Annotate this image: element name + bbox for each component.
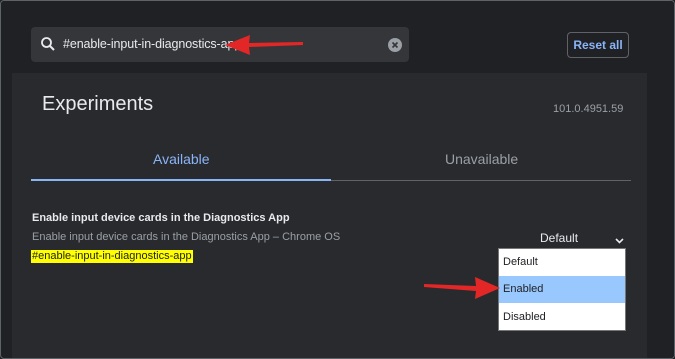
option-disabled[interactable]: Disabled	[499, 304, 625, 331]
clear-icon[interactable]	[388, 38, 402, 52]
tab-selected-underline	[31, 179, 331, 181]
flags-page: #enable-input-in-diagnostics-app Reset a…	[0, 0, 675, 359]
arrow-annotation	[424, 277, 500, 299]
search-icon	[40, 36, 56, 52]
tab-available[interactable]: Available	[153, 151, 210, 167]
select-dropdown-list: Default Enabled Disabled	[498, 248, 626, 331]
arrow-annotation	[225, 35, 303, 55]
feature-title: Enable input device cards in the Diagnos…	[32, 212, 290, 224]
option-default[interactable]: Default	[499, 249, 625, 276]
search-bar[interactable]: #enable-input-in-diagnostics-app	[31, 27, 409, 62]
version-label: 101.0.4951.59	[553, 103, 624, 115]
select-value: Default	[540, 231, 579, 245]
search-input[interactable]: #enable-input-in-diagnostics-app	[63, 37, 241, 51]
option-enabled[interactable]: Enabled	[499, 276, 625, 303]
tab-divider	[331, 180, 631, 181]
feature-state-select[interactable]: Default	[498, 226, 627, 247]
feature-tag-link[interactable]: #enable-input-in-diagnostics-app	[31, 250, 193, 263]
scrollbar-track[interactable]	[647, 73, 674, 358]
header: #enable-input-in-diagnostics-app Reset a…	[1, 1, 674, 73]
page-title: Experiments	[42, 93, 154, 115]
reset-all-button[interactable]: Reset all	[567, 32, 629, 58]
chevron-down-icon	[615, 233, 624, 247]
feature-description: Enable input device cards in the Diagnos…	[32, 231, 341, 243]
tab-unavailable[interactable]: Unavailable	[445, 151, 518, 167]
